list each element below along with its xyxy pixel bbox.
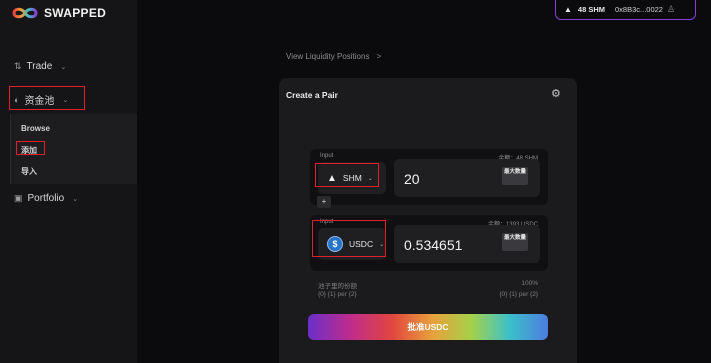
- submenu-item-import[interactable]: 导入: [21, 166, 37, 177]
- app-root: SWAPPED ⇅ Trade ⌄ ◐ 资金池 ⌄ Browse 添加 导入 ▣…: [0, 0, 711, 363]
- amount-value: 20: [404, 171, 420, 187]
- portfolio-icon: ▣: [14, 193, 23, 203]
- shm-triangle-icon: ▲: [564, 4, 572, 14]
- amount-input-1[interactable]: 20 最大数量: [394, 159, 540, 197]
- max-button[interactable]: 最大数量: [502, 233, 528, 251]
- arrows-icon: ⇅: [14, 61, 22, 71]
- chevron-down-icon: ⌄: [72, 195, 79, 203]
- highlight-box-usdc: [312, 220, 386, 257]
- pool-share-label: 池子里的份额: [318, 283, 357, 290]
- highlight-box-add: [16, 141, 45, 155]
- approve-usdc-button[interactable]: 批准USDC: [308, 314, 548, 340]
- nav-portfolio-label: Portfolio: [27, 193, 65, 204]
- brand-name: SWAPPED: [44, 6, 107, 20]
- amount-value: 0.534651: [404, 237, 463, 253]
- submenu-item-browse[interactable]: Browse: [21, 124, 50, 133]
- infinity-logo-icon: [12, 7, 38, 19]
- user-icon[interactable]: ♙: [667, 4, 675, 15]
- nav-trade-label: Trade: [26, 61, 53, 72]
- amount-input-2[interactable]: 0.534651 最大数量: [394, 225, 540, 263]
- gear-icon[interactable]: ⚙: [551, 87, 561, 100]
- price-ratio-right: {0} {1} per {2}: [499, 291, 538, 298]
- chevron-right-icon: >: [376, 52, 382, 61]
- sidebar: SWAPPED ⇅ Trade ⌄ ◐ 资金池 ⌄ Browse 添加 导入 ▣…: [0, 0, 137, 363]
- wallet-address: 0x8B3c...0022: [615, 4, 663, 14]
- highlight-box-pool: [9, 86, 85, 110]
- breadcrumb[interactable]: View Liquidity Positions >: [286, 52, 381, 61]
- wallet-pill[interactable]: ▲ 48 SHM 0x8B3c...0022 ♙: [555, 0, 696, 20]
- card-title: Create a Pair: [286, 90, 338, 100]
- plus-icon: +: [317, 196, 331, 208]
- breadcrumb-label[interactable]: View Liquidity Positions: [286, 52, 369, 61]
- price-ratio-left: {0} {1} per {2}: [318, 291, 357, 298]
- nav-trade[interactable]: ⇅ Trade ⌄: [14, 61, 66, 72]
- max-button[interactable]: 最大数量: [502, 167, 528, 185]
- highlight-box-shm: [315, 163, 379, 187]
- wallet-balance: 48 SHM: [577, 4, 606, 14]
- pool-share-value: 100%: [521, 280, 538, 287]
- nav-portfolio[interactable]: ▣ Portfolio ⌄: [14, 193, 78, 204]
- input-label: Input: [320, 153, 334, 159]
- brand-logo[interactable]: SWAPPED: [10, 6, 106, 20]
- chevron-down-icon: ⌄: [60, 63, 67, 71]
